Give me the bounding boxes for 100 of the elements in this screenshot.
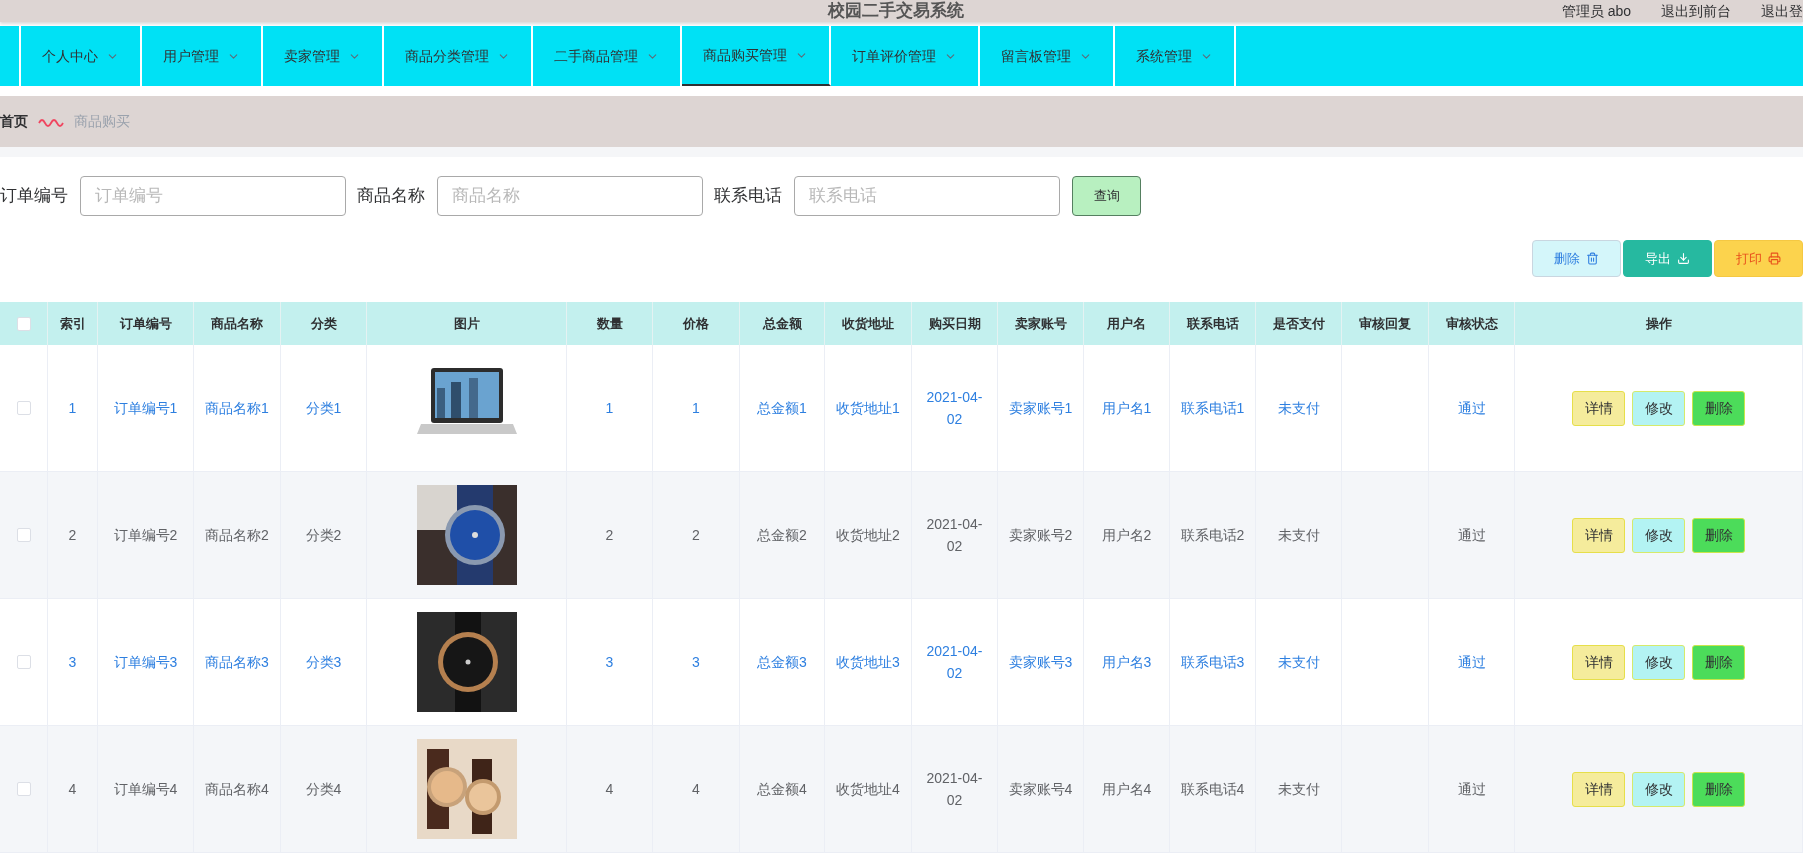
column-header: 订单编号 [119,314,172,333]
table-cell-text: 未支付 [1277,780,1320,799]
breadcrumb-current: 商品购买 [74,112,130,131]
table-row[interactable]: 4 订单编号4 商品名称4 分类4 4 4 总金额4 收货地址4 2021-04-02 卖家账号4 用户名4 联系电话4 未支付 通过 详情 修改 删除 [0,726,1803,853]
column-header: 商品名称 [211,314,263,333]
table-cell-text: 未支付 [1277,526,1320,545]
table-cell-text: 1 [68,399,77,418]
column-header: 卖家账号 [1014,314,1067,333]
table-cell-text: 分类3 [305,653,342,672]
table-cell-text: 用户名3 [1101,653,1152,672]
trash-icon [1586,252,1599,265]
table-cell-text: 1 [692,399,700,418]
search-field[interactable]: 联系电话 [794,176,1060,216]
table-cell-text: 商品名称4 [205,780,269,799]
table-cell-text: 2021-04-02 [925,642,984,683]
table-cell-text: 收货地址2 [836,526,900,545]
table-cell-text: 3 [68,653,77,672]
table-cell-text: 4 [692,780,700,799]
table-row[interactable]: 1 订单编号1 商品名称1 分类1 1 1 总金额1 收货地址1 2021-04-02 卖家账号1 用户名1 联系电话1 未支付 通过 详情 修改 删除 [0,345,1803,472]
nav-menu[interactable]: 商品购买管理 [682,26,831,86]
details-button[interactable]: 详情 [1572,771,1625,807]
header-link[interactable]: 退出到前台 [1661,0,1731,22]
column-header: 用户名 [1107,314,1146,333]
edit-button[interactable]: 修改 [1632,517,1685,553]
squiggle-icon [38,116,64,127]
table-cell-text: 总金额3 [757,653,807,672]
nav-menu[interactable]: 商品分类管理 [384,26,533,86]
table-cell-text: 用户名2 [1101,526,1152,545]
checkbox[interactable] [16,401,31,415]
table-cell-text: 3 [605,653,614,672]
nav-menu[interactable]: 用户管理 [142,26,263,86]
table-cell-text: 1 [605,399,614,418]
search-button[interactable]: 查询 [1072,176,1141,216]
nav-menu[interactable]: 个人中心 [21,26,142,86]
table-row[interactable]: 3 订单编号3 商品名称3 分类3 3 3 总金额3 收货地址3 2021-04-02 卖家账号3 用户名3 联系电话3 未支付 通过 详情 修改 删除 [0,599,1803,726]
column-header: 数量 [596,314,623,333]
checkbox[interactable] [16,528,31,542]
table-cell-text: 商品名称1 [205,399,269,418]
column-header: 是否支付 [1272,314,1325,333]
column-header: 审核状态 [1445,314,1498,333]
table-cell-text: 4 [68,780,77,799]
table-cell-text: 卖家账号4 [1008,780,1073,799]
table-cell-text: 订单编号1 [113,399,178,418]
table-cell-text: 通过 [1457,780,1486,799]
table-cell-text: 用户名1 [1101,399,1152,418]
checkbox[interactable] [16,316,31,331]
table-cell-text: 收货地址3 [836,653,900,672]
edit-button[interactable]: 修改 [1632,390,1685,426]
download-icon [1677,252,1690,265]
field-label: 订单编号 [0,185,68,208]
table-cell-text: 未支付 [1277,653,1320,672]
site-title: 校园二手交易系统 [828,2,964,20]
table-cell-text: 收货地址4 [836,780,900,799]
table-cell-text: 联系电话2 [1180,526,1245,545]
table-cell-text: 卖家账号1 [1008,399,1073,418]
table-cell-text: 联系电话1 [1180,399,1245,418]
column-header: 总金额 [762,314,802,333]
search-field[interactable]: 商品名称 [437,176,703,216]
table-cell-text: 商品名称3 [205,653,269,672]
nav-menu[interactable]: 二手商品管理 [533,26,682,86]
table-cell-text: 卖家账号3 [1008,653,1073,672]
nav-menu[interactable]: 订单评价管理 [831,26,980,86]
printer-icon [1768,252,1781,265]
table-row[interactable]: 2 订单编号2 商品名称2 分类2 2 2 总金额2 收货地址2 2021-04-02 卖家账号2 用户名2 联系电话2 未支付 通过 详情 修改 删除 [0,472,1803,599]
search-field[interactable]: 订单编号 [80,176,346,216]
delete-button[interactable]: 删除 [1692,644,1745,680]
delete-button[interactable]: 删除 [1692,390,1745,426]
table-cell-text: 2 [692,526,700,545]
nav-menu[interactable]: 卖家管理 [263,26,384,86]
header-link[interactable]: 退出登 [1761,0,1803,22]
table-cell-text: 2 [605,526,614,545]
delete-button[interactable]: 删除 [1692,771,1745,807]
column-header: 分类 [310,314,337,333]
checkbox[interactable] [16,655,31,669]
details-button[interactable]: 详情 [1572,517,1625,553]
table-cell-text: 4 [605,780,614,799]
column-header: 审核回复 [1359,314,1411,333]
delete-button[interactable]: 删除 [1692,517,1745,553]
table-cell-text: 通过 [1457,653,1486,672]
details-button[interactable]: 详情 [1572,644,1625,680]
table-cell-text: 分类1 [305,399,342,418]
user-menu[interactable]: 管理员 abo [1561,0,1631,22]
field-label: 联系电话 [714,185,782,208]
table-cell-text: 2021-04-02 [925,769,984,810]
table-cell-text: 2 [68,526,77,545]
column-header: 操作 [1645,314,1672,333]
checkbox[interactable] [16,782,31,796]
table-cell-text: 2021-04-02 [925,515,984,556]
table-cell-text: 总金额1 [757,399,807,418]
details-button[interactable]: 详情 [1572,390,1625,426]
nav-menu[interactable]: 系统管理 [1115,26,1236,86]
nav-menu[interactable]: 留言板管理 [980,26,1115,86]
breadcrumb-link[interactable]: 首页 [0,111,28,132]
delete-button[interactable]: 删除 [1532,240,1621,277]
edit-button[interactable]: 修改 [1632,771,1685,807]
table-cell-text: 订单编号3 [113,653,178,672]
edit-button[interactable]: 修改 [1632,644,1685,680]
table-cell-text: 分类4 [305,780,342,799]
table-cell-text: 3 [692,653,700,672]
table-cell-text: 总金额4 [757,780,807,799]
